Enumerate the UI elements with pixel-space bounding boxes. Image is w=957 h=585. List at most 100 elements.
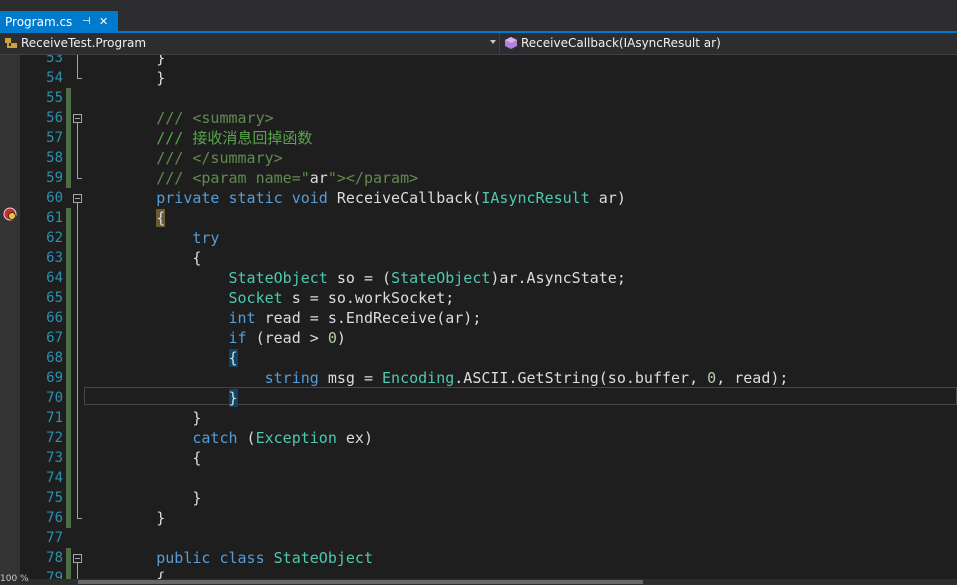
code-token: } bbox=[84, 409, 202, 427]
code-token: StateObject bbox=[273, 549, 373, 567]
code-line[interactable]: } bbox=[84, 55, 165, 68]
code-token: } bbox=[84, 69, 166, 87]
line-number: 69 bbox=[46, 370, 63, 386]
code-token: StateObject bbox=[228, 269, 328, 287]
code-line[interactable]: } bbox=[84, 488, 201, 508]
code-line[interactable]: { bbox=[84, 348, 238, 368]
collapse-icon[interactable] bbox=[73, 554, 82, 563]
tab-label: Program.cs bbox=[5, 15, 73, 29]
tab-program-cs[interactable]: Program.cs ⊣ ✕ bbox=[0, 11, 118, 33]
code-token: } bbox=[84, 509, 166, 527]
line-number: 55 bbox=[46, 90, 63, 106]
code-line[interactable]: /// 接收消息回掉函数 bbox=[84, 128, 312, 148]
code-line[interactable]: /// </summary> bbox=[84, 148, 282, 168]
line-number: 67 bbox=[46, 330, 63, 346]
pin-icon[interactable]: ⊣ bbox=[82, 11, 91, 33]
code-line[interactable]: StateObject so = (StateObject)ar.AsyncSt… bbox=[84, 268, 626, 288]
code-token: } bbox=[84, 55, 166, 67]
code-line[interactable]: } bbox=[84, 68, 165, 88]
method-icon bbox=[505, 37, 517, 49]
code-token: Exception bbox=[255, 429, 337, 447]
line-number: 74 bbox=[46, 470, 63, 486]
code-token: /// bbox=[84, 109, 193, 127]
code-token: 0 bbox=[327, 329, 337, 347]
line-number: 59 bbox=[46, 170, 63, 186]
code-editor[interactable]: 53 54 55 56 57 58 59 60 61 62 63 64 65 66 67 68 69 70 71 72… bbox=[0, 55, 957, 579]
class-dropdown[interactable]: ReceiveTest.Program bbox=[0, 33, 500, 54]
line-number: 58 bbox=[46, 150, 63, 166]
line-number: 61 bbox=[46, 210, 63, 226]
code-line[interactable]: int read = s.EndReceive(ar); bbox=[84, 308, 482, 328]
outline-guide-end bbox=[77, 518, 82, 519]
code-line[interactable]: /// <summary> bbox=[84, 108, 273, 128]
line-number: 73 bbox=[46, 450, 63, 466]
code-token: <param name=" bbox=[192, 169, 310, 187]
collapse-icon[interactable] bbox=[73, 114, 82, 123]
code-line[interactable]: catch (Exception ex) bbox=[84, 428, 373, 448]
code-line[interactable]: } bbox=[84, 388, 238, 408]
code-token: /// bbox=[84, 149, 193, 167]
horizontal-scrollbar[interactable] bbox=[78, 580, 643, 584]
glyph-margin[interactable] bbox=[0, 55, 20, 579]
code-token: } bbox=[228, 389, 238, 407]
code-token: ( bbox=[237, 429, 256, 447]
code-line[interactable]: Socket s = so.workSocket; bbox=[84, 288, 455, 308]
code-line[interactable]: string msg = Encoding.ASCII.GetString(so… bbox=[84, 368, 789, 388]
code-line[interactable]: public class StateObject bbox=[84, 548, 373, 568]
line-number: 66 bbox=[46, 310, 63, 326]
code-line[interactable]: } bbox=[84, 408, 201, 428]
line-number: 54 bbox=[46, 70, 63, 86]
line-number: 65 bbox=[46, 290, 63, 306]
line-number: 62 bbox=[46, 230, 63, 246]
code-token: private static void bbox=[156, 189, 328, 207]
code-token: /// bbox=[84, 169, 193, 187]
code-token: s = so.workSocket; bbox=[282, 289, 455, 307]
collapse-icon[interactable] bbox=[73, 194, 82, 203]
code-line[interactable]: { bbox=[84, 568, 165, 579]
line-number: 60 bbox=[46, 190, 63, 206]
line-number: 76 bbox=[46, 510, 63, 526]
line-number: 70 bbox=[46, 390, 63, 406]
code-token: 0 bbox=[707, 369, 717, 387]
code-token: /// 接收消息回掉函数 bbox=[84, 129, 313, 147]
editor-footer: 100 % bbox=[0, 574, 957, 585]
code-token: , read); bbox=[716, 369, 789, 387]
code-token: ) bbox=[336, 329, 346, 347]
code-token: public class bbox=[156, 549, 265, 567]
code-line[interactable]: { bbox=[84, 248, 201, 268]
code-line[interactable]: { bbox=[84, 448, 201, 468]
zoom-level[interactable]: 100 % bbox=[0, 573, 29, 585]
code-token: } bbox=[84, 489, 202, 507]
code-line[interactable]: /// <param name="ar"></param> bbox=[84, 168, 418, 188]
code-line[interactable]: if (read > 0) bbox=[84, 328, 346, 348]
line-number-gutter: 53 54 55 56 57 58 59 60 61 62 63 64 65 66 67 68 69 70 71 72… bbox=[20, 55, 66, 579]
code-line[interactable]: private static void ReceiveCallback(IAsy… bbox=[84, 188, 626, 208]
code-token: IAsyncResult bbox=[481, 189, 590, 207]
close-icon[interactable]: ✕ bbox=[99, 11, 108, 33]
line-number: 72 bbox=[46, 430, 63, 446]
code-line[interactable]: try bbox=[84, 228, 219, 248]
code-token: ar bbox=[309, 169, 328, 187]
code-line[interactable]: { bbox=[84, 208, 166, 228]
code-token: .ASCII.GetString(so.buffer, bbox=[454, 369, 708, 387]
breakpoint-icon[interactable] bbox=[3, 207, 17, 221]
outline-guide bbox=[77, 203, 78, 518]
code-token: StateObject bbox=[391, 269, 491, 287]
class-path-label: ReceiveTest.Program bbox=[21, 36, 147, 50]
navigation-bar: ReceiveTest.Program ReceiveCallback(IAsy… bbox=[0, 33, 957, 55]
code-token: "></param> bbox=[327, 169, 419, 187]
line-number: 75 bbox=[46, 490, 63, 506]
outline-guide bbox=[77, 563, 78, 579]
code-token: Encoding bbox=[382, 369, 455, 387]
code-line[interactable]: } bbox=[84, 508, 165, 528]
outline-guide bbox=[77, 123, 78, 178]
member-dropdown[interactable]: ReceiveCallback(IAsyncResult ar) bbox=[500, 33, 957, 54]
